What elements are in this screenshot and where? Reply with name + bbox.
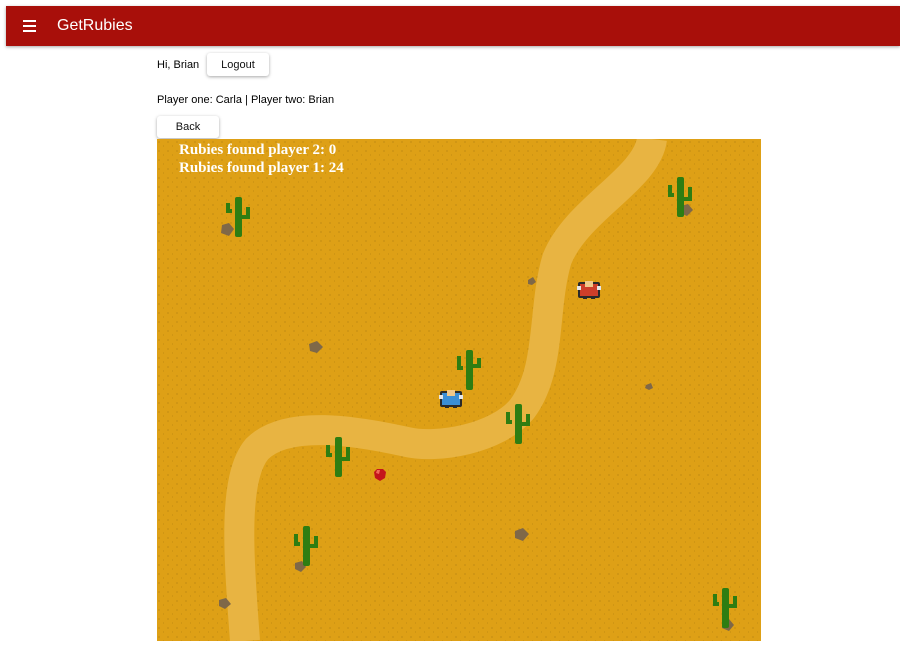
players-info: Player one: Carla | Player two: Brian <box>157 94 335 106</box>
user-greeting: Hi, Brian <box>157 59 200 71</box>
player-blue-sprite <box>439 390 463 408</box>
score-player-1-value: 24 <box>328 160 344 176</box>
player-red-sprite <box>577 281 601 299</box>
logout-button[interactable]: Logout <box>207 53 269 76</box>
score-player-1-label: Rubies found player 1: <box>179 160 326 176</box>
back-button[interactable]: Back <box>157 116 219 138</box>
app-bar: GetRubies <box>6 6 900 46</box>
game-canvas[interactable]: Rubies found player 2: 0 Rubies found pl… <box>157 139 761 641</box>
desert-map <box>157 139 761 641</box>
score-player-2: Rubies found player 2: 0 <box>179 141 336 159</box>
score-player-2-value: 0 <box>328 142 337 158</box>
score-player-2-label: Rubies found player 2: <box>179 142 326 158</box>
score-player-1: Rubies found player 1: 24 <box>179 159 344 177</box>
app-title: GetRubies <box>57 17 133 34</box>
hamburger-menu-icon[interactable] <box>20 16 40 36</box>
